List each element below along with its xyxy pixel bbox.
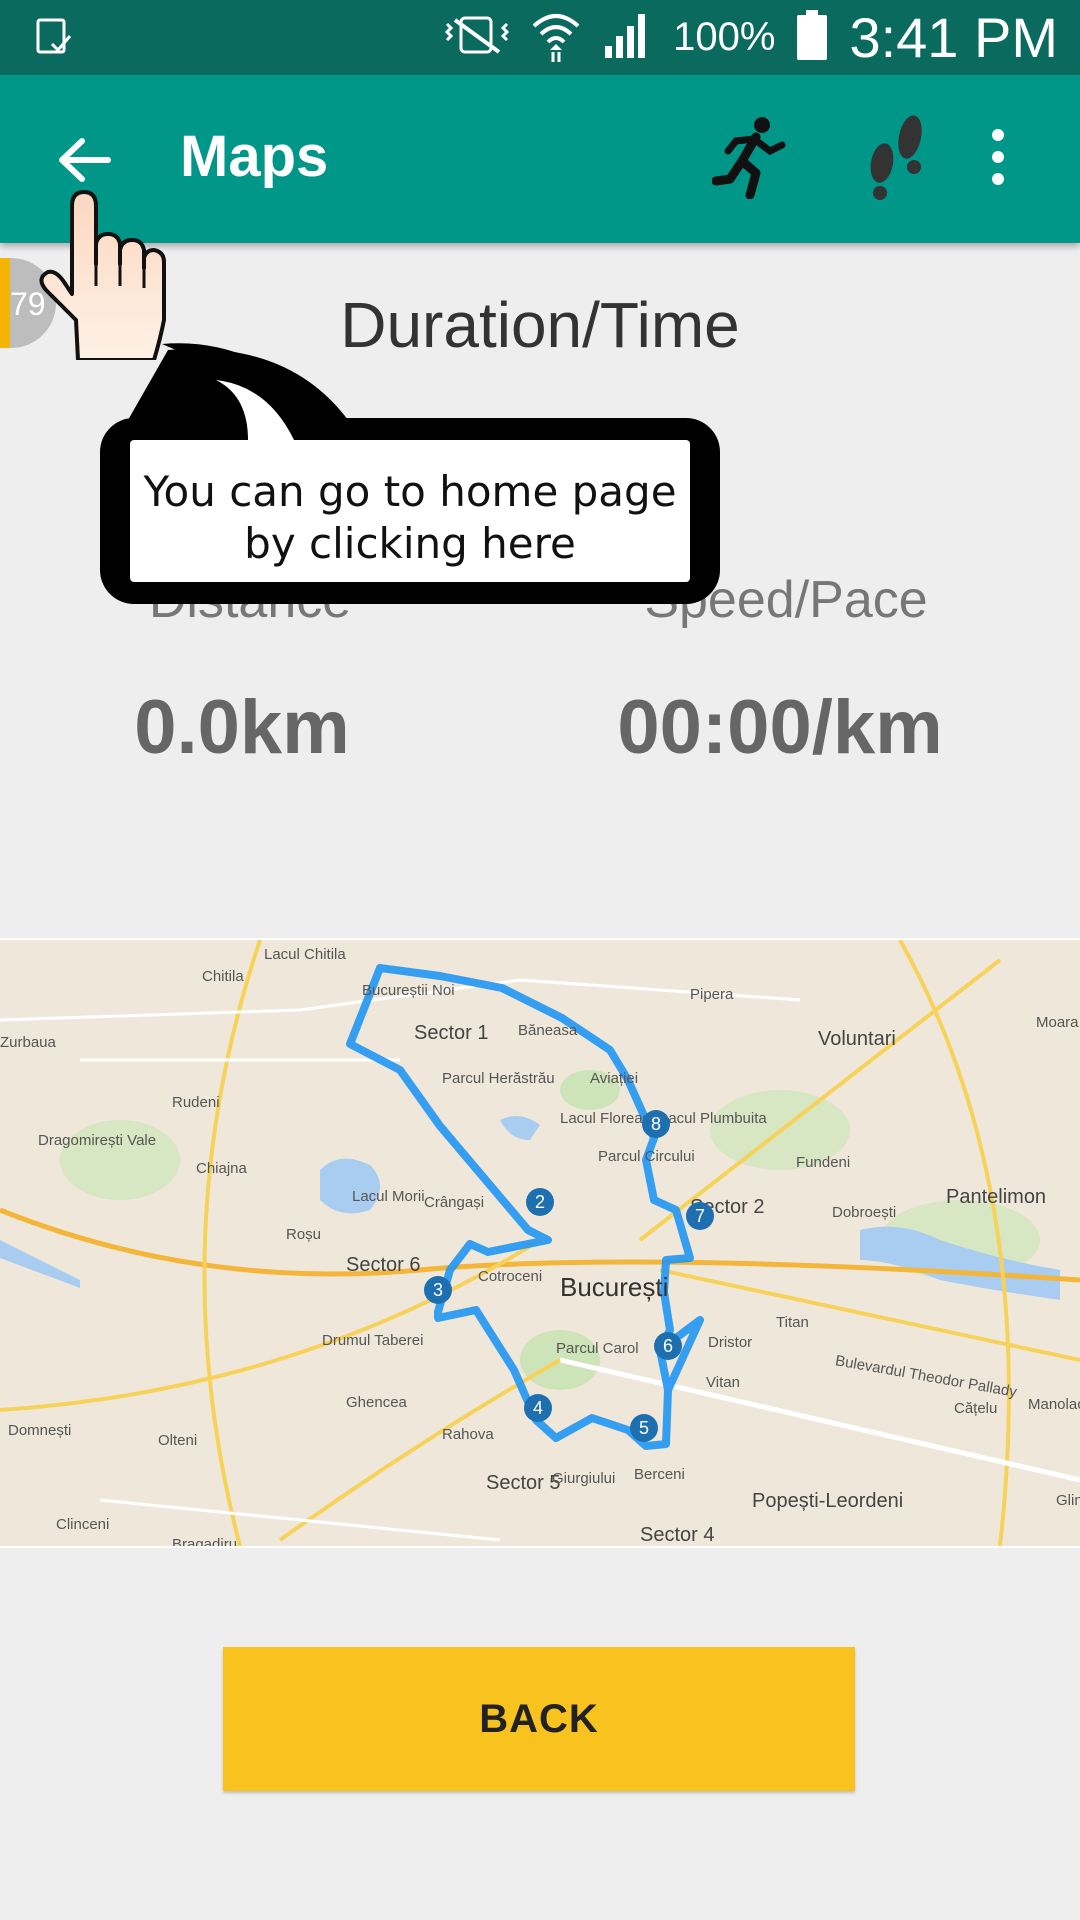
map-label: Dristor xyxy=(708,1334,753,1351)
mute-icon xyxy=(445,10,510,65)
route-marker[interactable]: 7 xyxy=(686,1202,714,1230)
map-label: Crângași xyxy=(424,1194,485,1211)
map-label: Moara D xyxy=(1036,1014,1080,1031)
map-label: Dragomirești Vale xyxy=(38,1132,157,1149)
map-label: Vitan xyxy=(706,1374,740,1391)
map-label: Sector 1 xyxy=(414,1022,489,1044)
map-label: Parcul Circului xyxy=(598,1148,695,1165)
map-label: Berceni xyxy=(634,1466,685,1483)
map-label: Parcul Herăstrău xyxy=(442,1070,555,1087)
map-label: Bragadiru xyxy=(172,1536,238,1548)
map-label: Băneasa xyxy=(518,1022,578,1039)
map-label: Lacul Plumbuita xyxy=(660,1110,767,1127)
map-label: Cotroceni xyxy=(478,1268,543,1285)
distance-value: 0.0km xyxy=(134,685,350,770)
map-label: Drumul Taberei xyxy=(322,1332,424,1349)
tutorial-text-line1: You can go to home page xyxy=(143,467,677,516)
map-label: Parcul Carol xyxy=(556,1340,639,1357)
map-label: Pantelimon xyxy=(946,1186,1047,1208)
map-label: Aviației xyxy=(590,1070,639,1087)
status-icons: 100% 3:41 PM xyxy=(445,0,1058,75)
back-button[interactable]: BACK xyxy=(223,1647,855,1791)
map-label: Dobroești xyxy=(832,1204,897,1221)
map-label: Popești-Leordeni xyxy=(752,1490,904,1512)
page-title: Maps xyxy=(180,124,329,189)
map-label: Cățelu xyxy=(954,1400,998,1417)
pace-value: 00:00/km xyxy=(617,685,943,770)
signal-icon xyxy=(603,10,651,65)
map-label: Lacul Chitila xyxy=(264,946,346,963)
back-arrow-button[interactable] xyxy=(50,125,120,195)
route-marker[interactable]: 4 xyxy=(524,1394,552,1422)
back-arrow-icon xyxy=(59,138,111,182)
more-vert-icon xyxy=(992,129,1004,185)
route-marker[interactable]: 5 xyxy=(630,1414,658,1442)
map-label: Olteni xyxy=(158,1432,198,1449)
map-city-label: București xyxy=(560,1272,669,1302)
route-marker[interactable]: 2 xyxy=(526,1188,554,1216)
map-label: Sector 5 xyxy=(486,1472,561,1494)
pointing-hand-icon xyxy=(30,190,170,365)
map-label: Domnești xyxy=(8,1422,72,1439)
screenshot-icon xyxy=(34,16,78,65)
map-label: Rudeni xyxy=(172,1094,220,1111)
map-label: Pipera xyxy=(690,986,734,1003)
route-marker[interactable]: 3 xyxy=(424,1276,452,1304)
battery-percentage: 100% xyxy=(673,15,776,59)
tutorial-text-line2: by clicking here xyxy=(244,519,576,568)
map-label: Fundeni xyxy=(796,1154,851,1171)
clock: 3:41 PM xyxy=(849,6,1058,69)
more-options-button[interactable] xyxy=(985,123,1011,198)
runner-icon[interactable] xyxy=(711,115,788,204)
map-label: Rahova xyxy=(442,1426,494,1443)
map-label: Chitila xyxy=(202,968,244,985)
map-label: Sector 4 xyxy=(640,1524,715,1546)
map-label: Giurgiului xyxy=(552,1470,616,1487)
route-marker[interactable]: 8 xyxy=(642,1110,670,1138)
map-label: Zurbaua xyxy=(0,1034,56,1051)
map-label: Voluntari xyxy=(818,1028,896,1050)
map-label: Titan xyxy=(776,1314,809,1331)
map-label: Manolach xyxy=(1028,1396,1080,1413)
map-label: Roșu xyxy=(286,1226,322,1243)
map-label: Clinceni xyxy=(56,1516,110,1533)
map-label: Lacul Morii xyxy=(352,1188,425,1205)
wifi-icon xyxy=(531,8,581,67)
status-bar: 100% 3:41 PM xyxy=(0,0,1080,75)
map-label: Sector 6 xyxy=(346,1254,421,1276)
map-label: Bucureștii Noi xyxy=(362,982,455,999)
map-label: Glin xyxy=(1056,1492,1080,1509)
battery-icon xyxy=(797,10,828,65)
map-label: Ghencea xyxy=(346,1394,407,1411)
tutorial-text: You can go to home page by clicking here xyxy=(130,466,690,570)
footsteps-icon[interactable] xyxy=(862,111,932,208)
map-label: Chiajna xyxy=(196,1160,247,1177)
route-marker[interactable]: 6 xyxy=(654,1332,682,1360)
route-map[interactable]: Lacul Chitila Chitila Bucureștii Noi Sec… xyxy=(0,938,1080,1548)
